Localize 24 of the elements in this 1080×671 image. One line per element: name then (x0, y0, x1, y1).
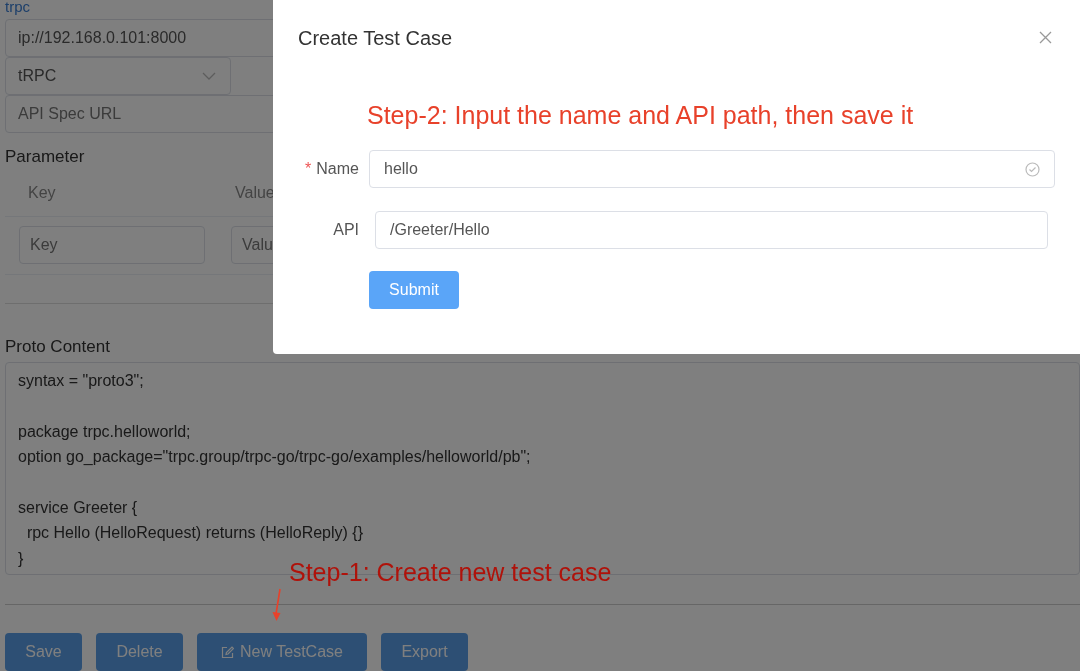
action-button[interactable]: Export (381, 633, 468, 671)
chevron-down-icon (202, 72, 216, 80)
action-button[interactable]: Delete (96, 633, 183, 671)
step-annotation: Step-2: Input the name and API path, then save it (367, 101, 915, 131)
protocol-select[interactable]: tRPC (5, 57, 231, 95)
dialog-title: Create Test Case (298, 27, 453, 50)
required-mark: * (305, 160, 312, 178)
edit-icon (221, 645, 235, 659)
action-button[interactable]: Save (5, 633, 82, 671)
section-title: Parameter (5, 147, 85, 168)
key-field[interactable]: Key (19, 226, 205, 264)
column-header: Key (28, 184, 57, 202)
field-label: Name (316, 160, 359, 178)
check-circle-icon (1025, 161, 1040, 177)
text-field[interactable]: hello (369, 150, 1055, 188)
column-header: Value (235, 184, 276, 202)
text-field[interactable]: /Greeter/Hello (375, 211, 1048, 249)
close-icon[interactable] (1039, 31, 1052, 44)
section-title: Proto Content (5, 337, 110, 358)
new-testcase-button[interactable]: New TestCase (197, 633, 367, 671)
arrow-icon (271, 588, 283, 622)
trpc-link[interactable]: trpc (5, 0, 30, 19)
submit-button[interactable]: Submit (369, 271, 459, 309)
field-label: API (333, 221, 359, 239)
